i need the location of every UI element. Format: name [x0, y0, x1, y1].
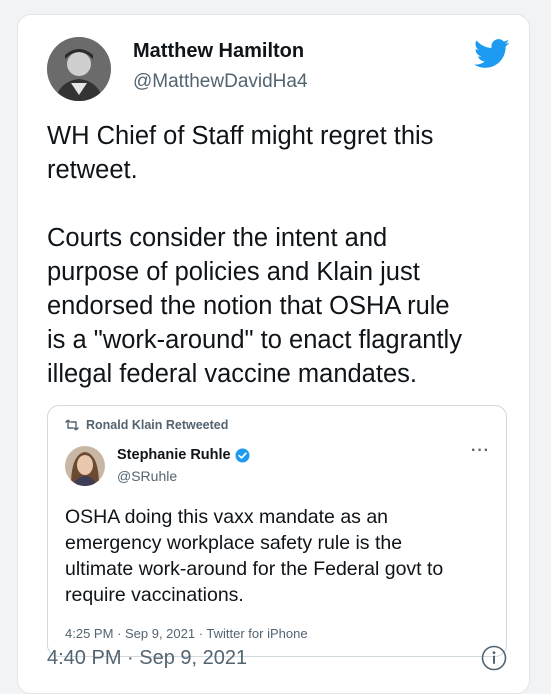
retweet-icon: [65, 419, 79, 431]
quoted-tweet-meta[interactable]: 4:25 PM · Sep 9, 2021 · Twitter for iPho…: [65, 626, 308, 641]
twitter-bird-icon[interactable]: [474, 39, 510, 69]
quoted-tweet-text: OSHA doing this vaxx mandate as an emerg…: [65, 504, 495, 608]
retweet-context: Ronald Klain Retweeted: [65, 418, 228, 432]
tweet-card: Matthew Hamilton @MatthewDavidHa4 WH Chi…: [17, 14, 530, 694]
info-icon[interactable]: [481, 645, 507, 671]
quoted-text: OSHA doing this vaxx mandate as an emerg…: [65, 506, 444, 606]
more-options-icon[interactable]: ···: [471, 442, 490, 460]
tweet-paragraph-2: Courts consider the intent and purpose o…: [47, 224, 462, 388]
tweet-paragraph-1: WH Chief of Staff might regret this retw…: [47, 122, 434, 184]
retweeted-by-label: Ronald Klain Retweeted: [86, 418, 229, 432]
author-name[interactable]: Matthew Hamilton: [133, 40, 304, 63]
quoted-author-name[interactable]: Stephanie Ruhle: [117, 447, 231, 463]
quoted-tweet[interactable]: Ronald Klain Retweeted Stephanie Ruhle @…: [47, 405, 507, 657]
quoted-author-name-row[interactable]: Stephanie Ruhle: [117, 447, 250, 463]
author-avatar[interactable]: [47, 37, 111, 101]
quoted-author-handle[interactable]: @SRuhle: [117, 468, 177, 484]
verified-badge-icon: [235, 447, 250, 463]
author-handle[interactable]: @MatthewDavidHa4: [133, 71, 308, 93]
tweet-timestamp[interactable]: 4:40 PM · Sep 9, 2021: [47, 647, 247, 670]
quoted-author-avatar[interactable]: [65, 446, 105, 486]
tweet-text: WH Chief of Staff might regret this retw…: [47, 119, 517, 391]
